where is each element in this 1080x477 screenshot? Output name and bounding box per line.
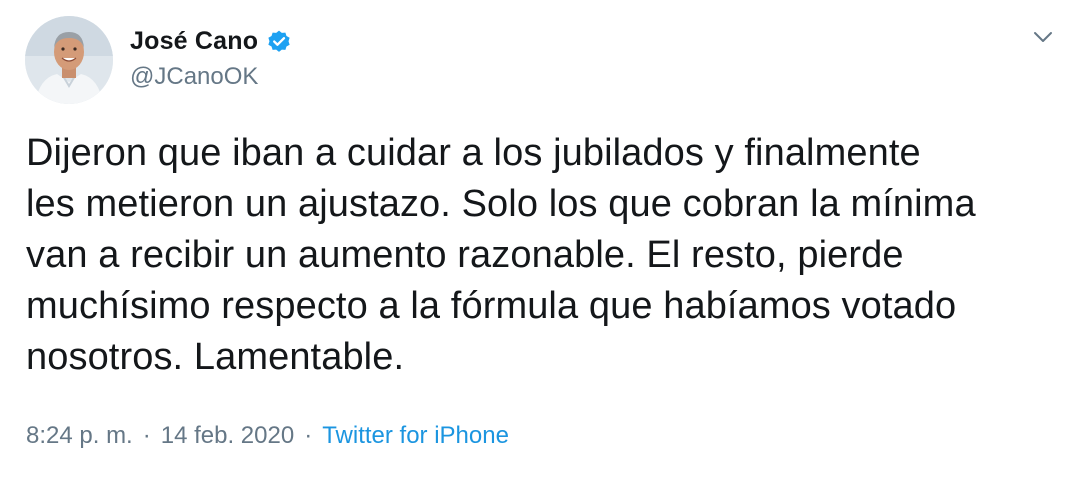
meta-separator: · — [304, 422, 313, 449]
chevron-down-icon[interactable] — [1028, 22, 1058, 52]
author-handle[interactable]: @JCanoOK — [130, 63, 258, 91]
tweet-date[interactable]: 14 feb. 2020 — [161, 422, 294, 450]
tweet-text-line: Dijeron que iban a cuidar a los jubilado… — [26, 132, 921, 174]
tweet-meta: 8:24 p. m. · 14 feb. 2020 · Twitter for … — [26, 422, 509, 450]
tweet-text-line: nosotros. Lamentable. — [26, 336, 405, 378]
avatar-photo — [25, 16, 113, 104]
verified-badge-icon — [266, 29, 292, 55]
author-name-row[interactable]: José Cano — [130, 24, 292, 58]
tweet-text-line: muchísimo respecto a la fórmula que habí… — [26, 285, 957, 327]
author-display-name[interactable]: José Cano — [130, 27, 258, 56]
tweet-card: José Cano @JCanoOK Dijeron que iban a cu… — [0, 0, 1080, 477]
tweet-source-link[interactable]: Twitter for iPhone — [322, 422, 509, 450]
tweet-text-line: van a recibir un aumento razonable. El r… — [26, 234, 904, 276]
tweet-time[interactable]: 8:24 p. m. — [26, 422, 133, 450]
meta-separator: · — [142, 422, 151, 449]
avatar[interactable] — [25, 16, 113, 104]
tweet-text: Dijeron que iban a cuidar a los jubilado… — [26, 128, 1066, 383]
tweet-text-line: les metieron un ajustazo. Solo los que c… — [26, 183, 976, 225]
